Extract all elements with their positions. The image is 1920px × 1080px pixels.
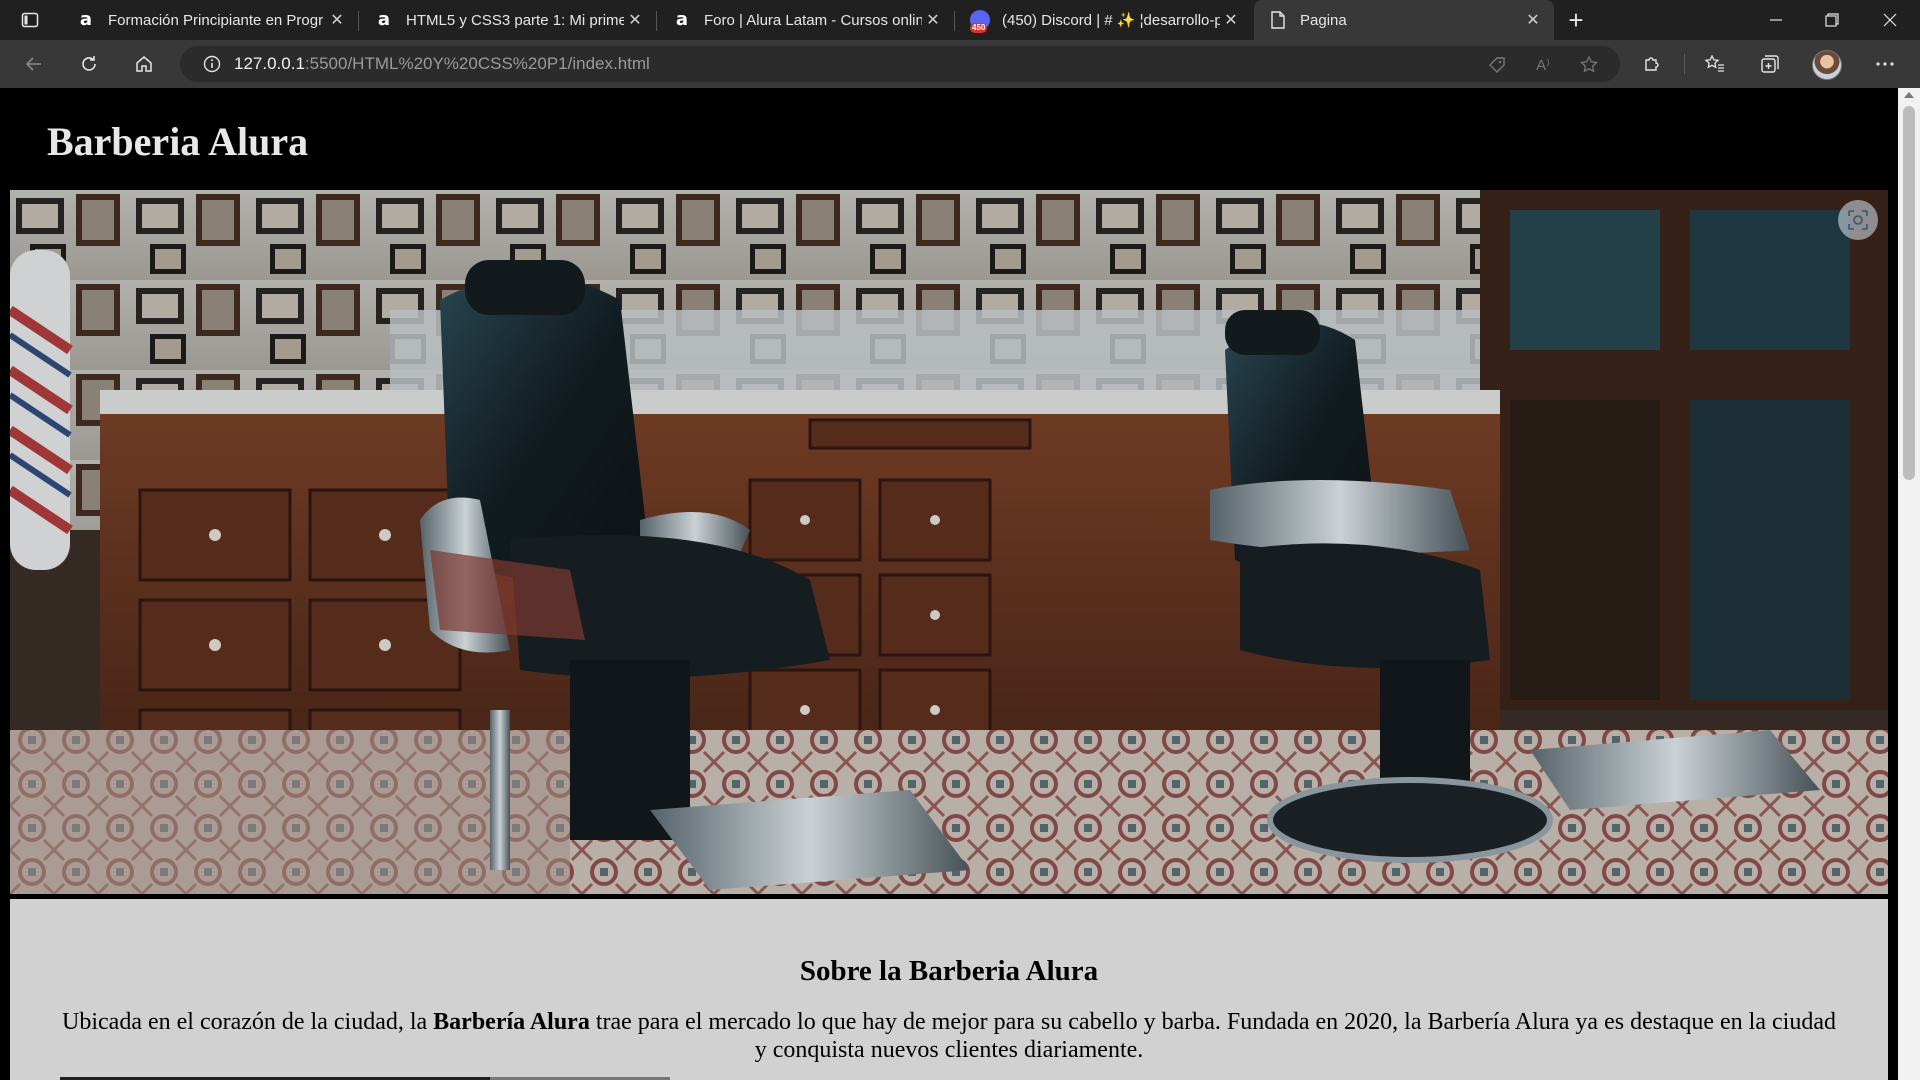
close-tab-icon[interactable]: ✕ bbox=[326, 9, 348, 31]
close-tab-icon[interactable]: ✕ bbox=[922, 9, 944, 31]
about-text-end: trae para el mercado lo que hay de mejor… bbox=[589, 1009, 1836, 1063]
collections-icon bbox=[1761, 55, 1779, 73]
restore-icon bbox=[1825, 13, 1839, 27]
settings-more-button[interactable] bbox=[1869, 48, 1901, 80]
favorites-icon bbox=[1704, 54, 1724, 72]
url-path: :5500/HTML%20Y%20CSS%20P1/index.html bbox=[304, 54, 650, 73]
collections-button[interactable] bbox=[1754, 48, 1786, 80]
add-favorite-icon[interactable] bbox=[1578, 54, 1600, 76]
scrollbar-thumb[interactable] bbox=[1903, 106, 1915, 480]
page-viewport: Barberia Alura Sobre la Barberia Alura U… bbox=[0, 88, 1898, 1080]
barbershop-illustration bbox=[10, 190, 1888, 894]
close-window-button[interactable] bbox=[1862, 0, 1918, 40]
alura-icon: a bbox=[79, 9, 93, 30]
close-icon bbox=[1883, 13, 1897, 27]
favorites-button[interactable] bbox=[1699, 48, 1731, 80]
tab-title: (450) Discord | # ✨ ¦desarrollo-p bbox=[1002, 12, 1220, 29]
tab-title: Formación Principiante en Progr bbox=[108, 11, 324, 29]
tab-title: HTML5 y CSS3 parte 1: Mi primer bbox=[406, 11, 624, 29]
tab-formacion[interactable]: a Formación Principiante en Progr ✕ bbox=[62, 2, 359, 38]
home-button[interactable] bbox=[128, 48, 160, 80]
tab-pagina[interactable]: Pagina ✕ bbox=[1254, 0, 1554, 40]
tab-discord[interactable]: 450 (450) Discord | # ✨ ¦desarrollo-p ✕ bbox=[956, 2, 1252, 38]
tab-foro-alura[interactable]: a Foro | Alura Latam - Cursos onlin ✕ bbox=[658, 2, 955, 38]
about-heading: Sobre la Barberia Alura bbox=[799, 955, 1099, 987]
url-host: 127.0.0.1 bbox=[234, 54, 305, 73]
home-icon bbox=[136, 56, 152, 72]
reload-icon bbox=[82, 56, 96, 71]
barbershop-banner-image bbox=[10, 190, 1888, 894]
browser-toolbar: 127.0.0.1:5500/HTML%20Y%20CSS%20P1/index… bbox=[0, 40, 1920, 88]
discord-icon: 450 bbox=[970, 10, 990, 33]
alura-icon: a bbox=[675, 9, 689, 30]
toolbar-divider bbox=[1684, 54, 1685, 74]
notification-badge: 450 bbox=[970, 23, 988, 33]
alura-icon: a bbox=[377, 9, 391, 30]
profile-avatar[interactable] bbox=[1812, 50, 1842, 80]
tab-actions-icon bbox=[21, 12, 39, 28]
puzzle-icon bbox=[1645, 57, 1659, 71]
close-tab-icon[interactable]: ✕ bbox=[1522, 9, 1544, 31]
site-header: Barberia Alura bbox=[0, 88, 1898, 190]
back-arrow-icon bbox=[25, 57, 41, 71]
page-icon bbox=[1268, 10, 1288, 30]
minimize-button[interactable] bbox=[1748, 0, 1804, 40]
close-tab-icon[interactable]: ✕ bbox=[624, 9, 646, 31]
restore-button[interactable] bbox=[1804, 0, 1860, 40]
about-text-start: Ubicada en el corazón de la ciudad, la bbox=[62, 1009, 434, 1035]
url-text: 127.0.0.1:5500/HTML%20Y%20CSS%20P1/index… bbox=[234, 54, 650, 74]
site-info-icon[interactable] bbox=[202, 54, 222, 74]
tab-strip: a Formación Principiante en Progr ✕ a HT… bbox=[0, 0, 1920, 40]
tab-title: Pagina bbox=[1300, 11, 1347, 29]
site-title: Barberia Alura bbox=[47, 119, 309, 164]
visual-search-button[interactable] bbox=[1838, 200, 1878, 240]
about-text-bold: Barbería Alura bbox=[433, 1009, 590, 1035]
extensions-button[interactable] bbox=[1636, 48, 1668, 80]
close-tab-icon[interactable]: ✕ bbox=[1220, 9, 1242, 31]
tag-icon[interactable] bbox=[1486, 54, 1508, 76]
minimize-icon bbox=[1770, 19, 1782, 21]
about-section: Sobre la Barberia Alura Ubicada en el co… bbox=[10, 899, 1888, 1080]
page-scrollbar[interactable] bbox=[1898, 88, 1920, 1080]
tab-html5-css3[interactable]: a HTML5 y CSS3 parte 1: Mi primer ✕ bbox=[360, 2, 657, 38]
visual-search-icon bbox=[1848, 210, 1868, 230]
more-options-icon bbox=[1876, 62, 1894, 66]
about-paragraph: Ubicada en el corazón de la ciudad, la B… bbox=[62, 1008, 1836, 1064]
tab-actions-button[interactable] bbox=[10, 6, 50, 34]
address-bar[interactable]: 127.0.0.1:5500/HTML%20Y%20CSS%20P1/index… bbox=[180, 46, 1620, 82]
back-button[interactable] bbox=[18, 48, 50, 80]
scroll-up-arrow-icon[interactable] bbox=[1904, 92, 1914, 98]
reload-button[interactable] bbox=[73, 48, 105, 80]
new-tab-button[interactable]: + bbox=[1562, 5, 1590, 35]
tab-title: Foro | Alura Latam - Cursos onlin bbox=[704, 11, 922, 29]
read-aloud-icon[interactable]: A⁾ bbox=[1532, 54, 1554, 76]
